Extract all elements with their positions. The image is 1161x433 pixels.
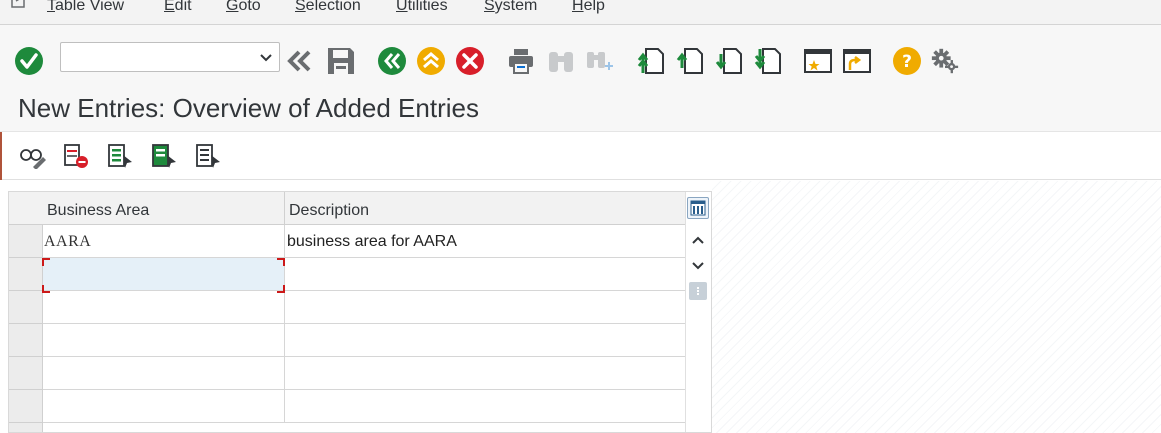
- table-row: [43, 291, 685, 324]
- scroll-down-icon[interactable]: [690, 258, 706, 274]
- last-page-icon[interactable]: [753, 45, 783, 77]
- shortcut-icon[interactable]: [842, 45, 872, 77]
- row-selector[interactable]: [9, 324, 43, 357]
- business-area-cell[interactable]: [43, 291, 285, 323]
- business-area-cell[interactable]: [43, 390, 285, 422]
- scroll-thumb[interactable]: [689, 282, 707, 300]
- select-block-icon[interactable]: [149, 142, 179, 170]
- menu-edit[interactable]: Edit: [164, 0, 192, 15]
- svg-text:?: ?: [902, 52, 912, 72]
- toolbar-edge: [0, 132, 2, 180]
- next-page-icon[interactable]: [714, 45, 744, 77]
- print-icon[interactable]: [506, 45, 536, 77]
- create-session-icon[interactable]: [803, 45, 833, 77]
- content-area: Business Area Description AARA business …: [0, 181, 1161, 433]
- deselect-all-icon[interactable]: [193, 142, 223, 170]
- menu-bar: Table View Edit Goto Selection Utilities…: [0, 0, 1161, 25]
- save-icon[interactable]: [326, 45, 356, 77]
- business-area-cell[interactable]: [43, 357, 285, 389]
- table-row: [43, 357, 685, 390]
- focus-bracket: [42, 258, 50, 266]
- page-title: New Entries: Overview of Added Entries: [18, 93, 479, 123]
- back-icon[interactable]: [377, 45, 407, 77]
- row-selector[interactable]: [9, 225, 43, 258]
- table-header: Business Area Description: [9, 192, 685, 225]
- menu-utilities[interactable]: Utilities: [396, 0, 448, 15]
- exit-icon[interactable]: [416, 45, 446, 77]
- column-header-business-area[interactable]: Business Area: [43, 192, 285, 225]
- description-cell[interactable]: [285, 291, 685, 323]
- menu-table-view[interactable]: Table View: [47, 0, 124, 15]
- application-toolbar: [0, 132, 1161, 180]
- description-cell[interactable]: [285, 390, 685, 422]
- find-icon[interactable]: [546, 45, 576, 77]
- business-area-cell[interactable]: [43, 324, 285, 356]
- menu-goto[interactable]: Goto: [226, 0, 261, 15]
- table-row: [43, 324, 685, 357]
- table-row: AARA business area for AARA: [43, 225, 685, 258]
- find-next-icon[interactable]: [585, 45, 615, 77]
- row-selector[interactable]: [9, 291, 43, 324]
- title-bar: New Entries: Overview of Added Entries: [0, 88, 1161, 132]
- description-cell[interactable]: [285, 357, 685, 389]
- command-field[interactable]: [60, 42, 280, 72]
- vertical-scrollbar[interactable]: [685, 192, 711, 432]
- help-icon[interactable]: ?: [892, 45, 922, 77]
- column-settings-icon[interactable]: [687, 197, 709, 219]
- customize-icon[interactable]: [930, 45, 960, 77]
- menu-selection[interactable]: Selection: [295, 0, 361, 15]
- focus-bracket: [42, 285, 50, 293]
- description-cell[interactable]: [285, 324, 685, 356]
- row-selector[interactable]: [9, 390, 43, 423]
- menu-launcher-icon[interactable]: [10, 0, 30, 13]
- row-selector[interactable]: [9, 258, 43, 291]
- scroll-up-icon[interactable]: [690, 232, 706, 248]
- menu-system[interactable]: System: [484, 0, 537, 15]
- chevron-down-icon[interactable]: [259, 51, 273, 69]
- description-cell[interactable]: [285, 258, 685, 290]
- command-input[interactable]: [61, 43, 251, 71]
- table-row: [43, 258, 685, 291]
- focus-bracket: [277, 258, 285, 266]
- menu-help[interactable]: Help: [572, 0, 605, 15]
- entries-table: Business Area Description AARA business …: [8, 191, 712, 433]
- first-page-icon[interactable]: [636, 45, 666, 77]
- delete-icon[interactable]: [61, 142, 91, 170]
- background-pattern: [712, 181, 1161, 433]
- row-selector[interactable]: [9, 357, 43, 390]
- display-change-icon[interactable]: [18, 142, 48, 170]
- description-cell[interactable]: business area for AARA: [285, 225, 685, 257]
- enter-icon[interactable]: [14, 45, 44, 77]
- business-area-cell[interactable]: AARA: [43, 225, 285, 257]
- select-all-icon[interactable]: [105, 142, 135, 170]
- focus-bracket: [277, 285, 285, 293]
- back-double-icon[interactable]: [284, 45, 314, 77]
- column-header-description[interactable]: Description: [285, 192, 685, 225]
- previous-page-icon[interactable]: [675, 45, 705, 77]
- table-row: [43, 390, 685, 423]
- business-area-cell[interactable]: [43, 258, 285, 290]
- cancel-icon[interactable]: [455, 45, 485, 77]
